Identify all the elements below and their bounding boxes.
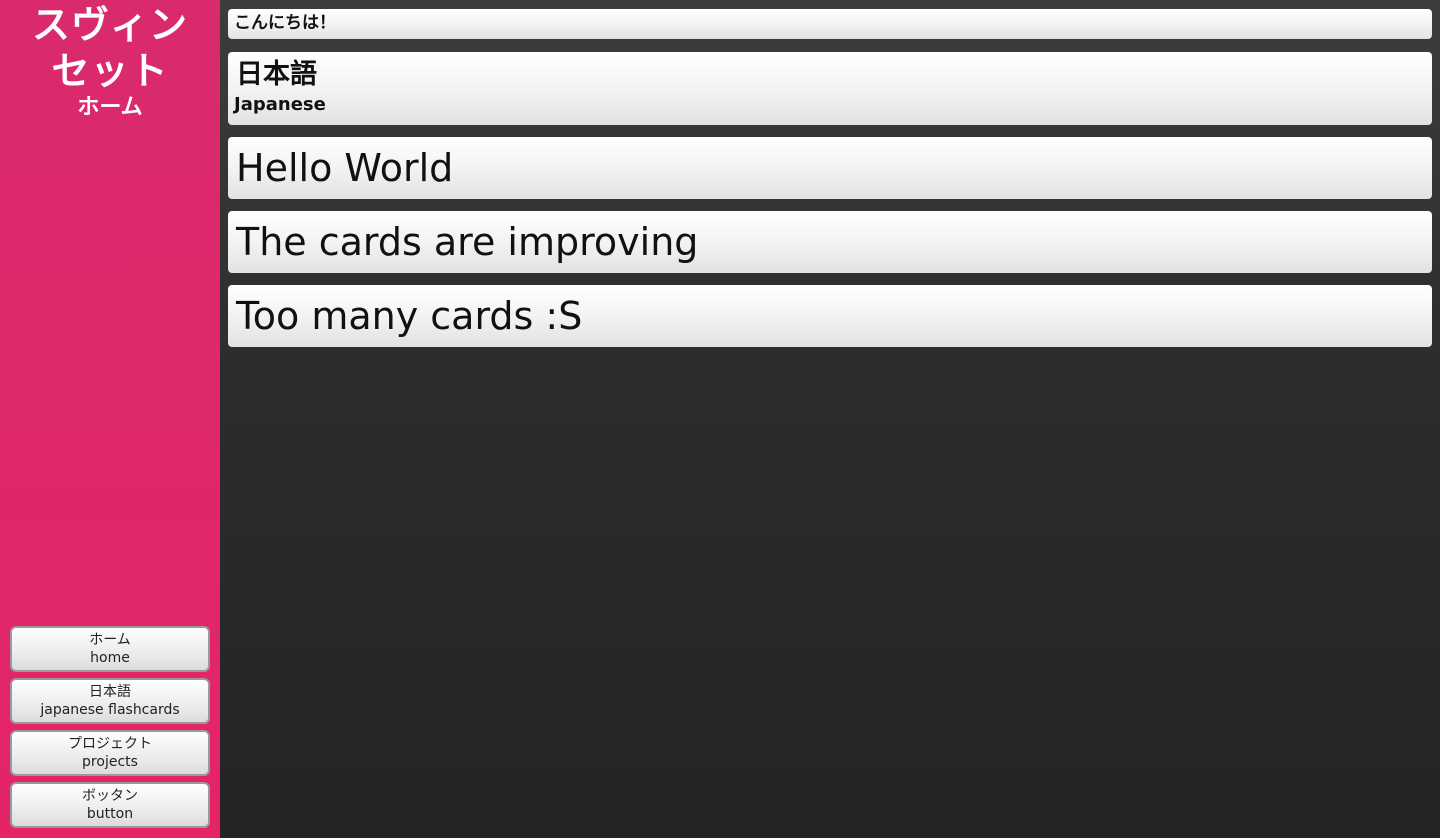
nav-home-button[interactable]: ホーム home xyxy=(10,626,210,672)
cards-improving-text: The cards are improving xyxy=(236,220,699,264)
greeting-card[interactable]: こんにちは！ xyxy=(228,9,1432,39)
japanese-card-subtitle: Japanese xyxy=(234,94,326,115)
nav-button-label-en: button xyxy=(86,806,134,822)
too-many-cards-card[interactable]: Too many cards :S xyxy=(228,285,1432,347)
brand-title-line1: スヴィン xyxy=(31,3,188,47)
sidebar-nav: ホーム home 日本語 japanese flashcards プロジェクト … xyxy=(10,620,210,828)
nav-home-label-jp: ホーム xyxy=(89,632,131,648)
japanese-card-title: 日本語 xyxy=(236,59,317,90)
nav-projects-button[interactable]: プロジェクト projects xyxy=(10,730,210,776)
site-brand: スヴィン セット ホーム xyxy=(0,0,220,122)
main-content: こんにちは！ 日本語 Japanese Hello World The card… xyxy=(220,0,1440,838)
hello-world-card[interactable]: Hello World xyxy=(228,137,1432,199)
brand-title-line2: セット xyxy=(51,49,169,93)
nav-japanese-label-jp: 日本語 xyxy=(89,684,131,700)
nav-projects-label-jp: プロジェクト xyxy=(68,736,152,752)
greeting-text: こんにちは！ xyxy=(234,13,336,33)
too-many-cards-text: Too many cards :S xyxy=(236,294,583,338)
nav-button-label-jp: ボッタン xyxy=(82,788,138,804)
cards-improving-card[interactable]: The cards are improving xyxy=(228,211,1432,273)
nav-japanese-flashcards-button[interactable]: 日本語 japanese flashcards xyxy=(10,678,210,724)
nav-home-label-en: home xyxy=(90,650,130,666)
sidebar: スヴィン セット ホーム ホーム home 日本語 japanese flash… xyxy=(0,0,220,838)
japanese-card[interactable]: 日本語 Japanese xyxy=(228,52,1432,125)
hello-world-text: Hello World xyxy=(236,146,454,190)
nav-projects-label-en: projects xyxy=(82,754,138,770)
nav-button-button[interactable]: ボッタン button xyxy=(10,782,210,828)
page-subtitle: ホーム xyxy=(77,95,143,120)
nav-japanese-label-en: japanese flashcards xyxy=(40,702,180,718)
